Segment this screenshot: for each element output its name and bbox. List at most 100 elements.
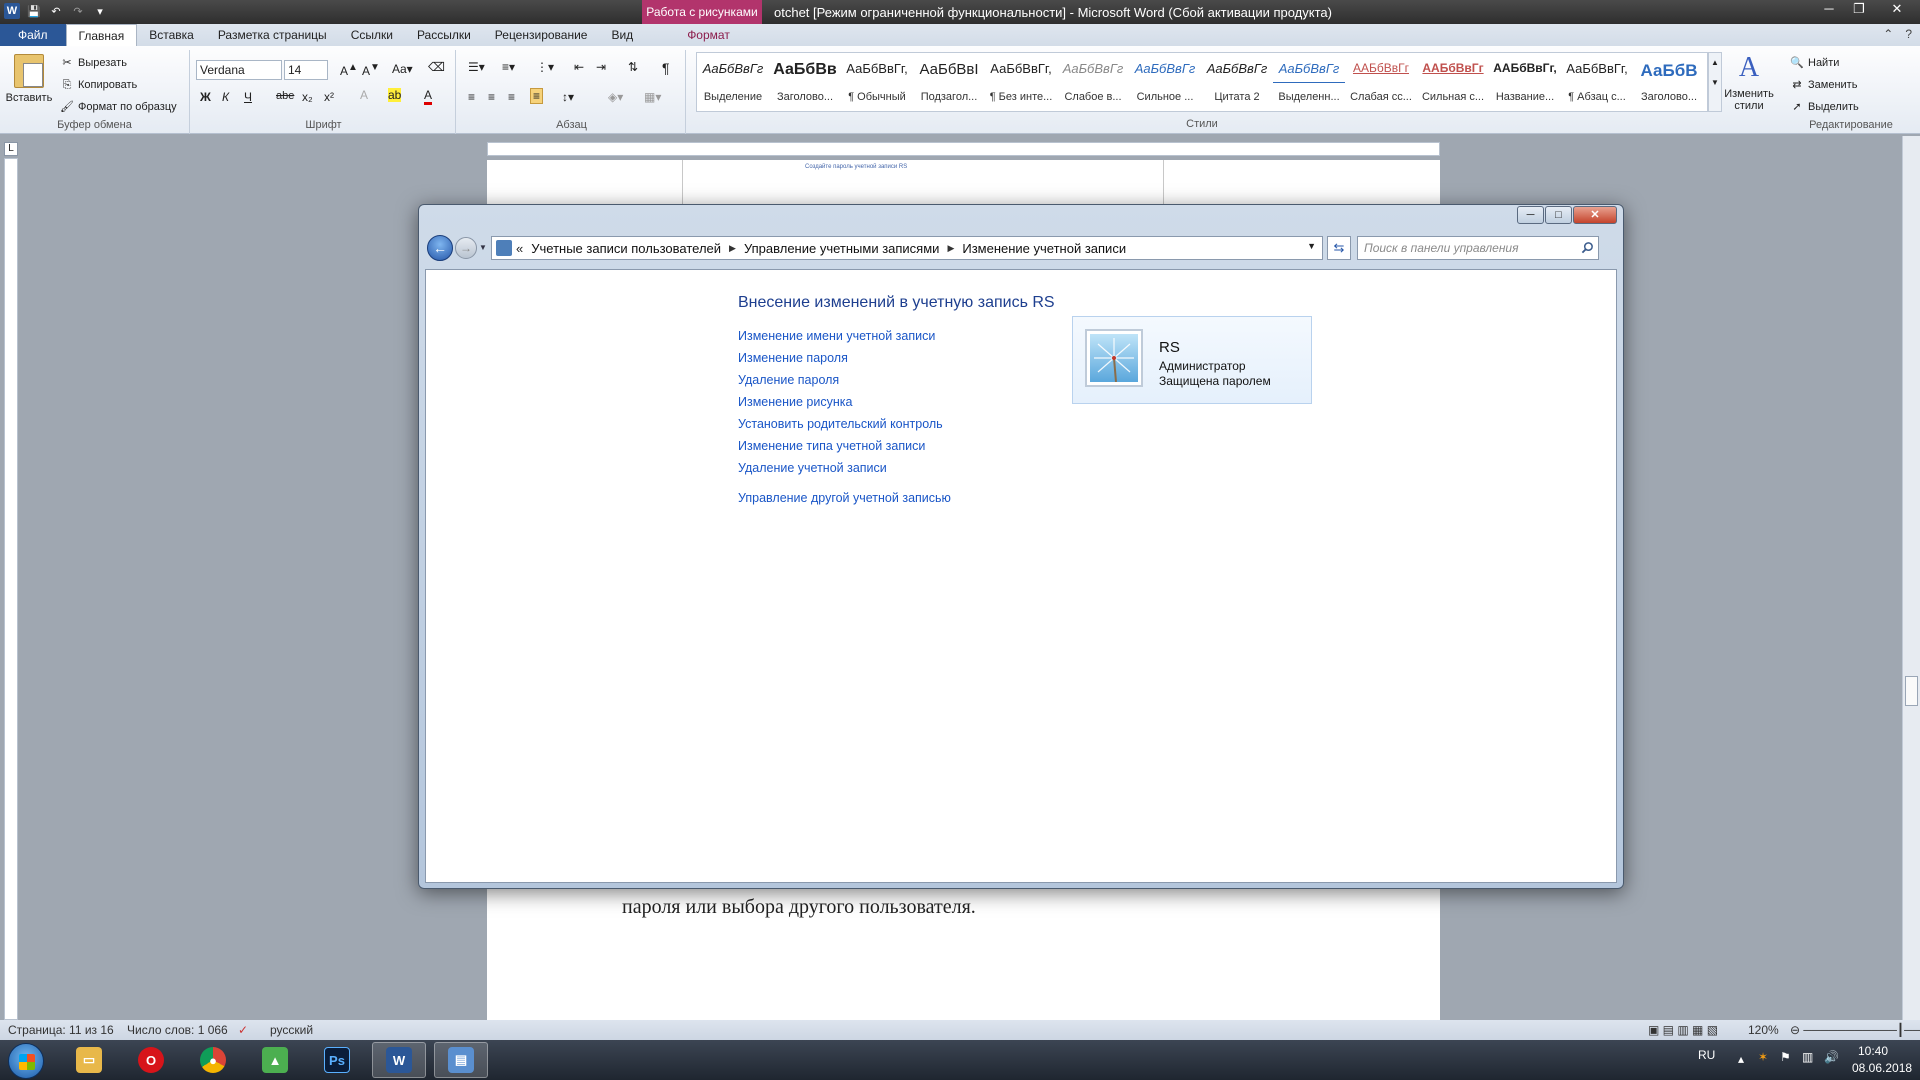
action-center-icon[interactable]: ⚑ <box>1780 1050 1791 1064</box>
minimize-button[interactable]: ─ <box>1814 0 1844 20</box>
superscript-button[interactable]: x² <box>324 90 334 104</box>
style-emphasis[interactable]: АаБбВвГг Выделение <box>697 53 769 111</box>
change-password-link[interactable]: Изменение пароля <box>738 350 951 372</box>
cut-button[interactable]: ✂ Вырезать <box>60 56 127 70</box>
customize-qat-icon[interactable]: ▾ <box>92 3 108 19</box>
align-right-icon[interactable]: ≡ <box>508 90 515 104</box>
strikethrough-button[interactable]: abe <box>276 90 294 102</box>
zoom-level[interactable]: 120% <box>1748 1023 1779 1037</box>
breadcrumb-user-accounts[interactable]: Учетные записи пользователей <box>531 241 721 256</box>
format-painter-button[interactable]: 🖌 Формат по образцу <box>60 100 177 114</box>
clock-time[interactable]: 10:40 <box>1858 1044 1888 1058</box>
start-button[interactable] <box>8 1043 44 1079</box>
grow-font-icon[interactable]: A▲ <box>340 62 358 78</box>
select-button[interactable]: ➚ Выделить <box>1790 100 1858 114</box>
volume-icon[interactable]: 🔊 <box>1824 1050 1839 1064</box>
zoom-slider[interactable]: ⊖ ───────────┃─── ⊕ <box>1790 1023 1920 1037</box>
parental-controls-link[interactable]: Установить родительский контроль <box>738 416 951 438</box>
vertical-scrollbar[interactable] <box>1902 136 1920 1020</box>
view-buttons[interactable]: ▣ ▤ ▥ ▦ ▧ <box>1648 1023 1718 1037</box>
text-effects-icon[interactable]: A <box>360 88 368 102</box>
taskbar-photoshop[interactable]: Ps <box>310 1042 364 1078</box>
refresh-button[interactable]: ⇆ <box>1327 236 1351 260</box>
clock-date[interactable]: 08.06.2018 <box>1852 1061 1912 1075</box>
forward-button[interactable]: → <box>455 237 477 259</box>
help-icon[interactable]: ? <box>1905 27 1912 41</box>
undo-icon[interactable]: ↶ <box>48 3 64 19</box>
network-icon[interactable]: ▥ <box>1802 1050 1813 1064</box>
tray-expand-icon[interactable]: ▴ <box>1738 1052 1744 1066</box>
line-spacing-icon[interactable]: ↕▾ <box>562 90 574 104</box>
word-logo-icon[interactable]: W <box>4 3 20 19</box>
taskbar-app-green[interactable]: ▲ <box>248 1042 302 1078</box>
horizontal-ruler[interactable] <box>487 142 1440 156</box>
change-case-icon[interactable]: Aa▾ <box>392 62 413 76</box>
breadcrumb-overflow[interactable]: « <box>516 241 523 256</box>
language-indicator[interactable]: русский <box>270 1023 313 1037</box>
style-subtitle[interactable]: АаБбВвI Подзагол... <box>913 53 985 111</box>
font-name-select[interactable]: Verdana <box>196 60 282 80</box>
tab-review[interactable]: Рецензирование <box>483 24 600 46</box>
justify-icon[interactable]: ≡ <box>530 88 544 104</box>
breadcrumb-separator-icon[interactable]: ▶ <box>947 243 954 254</box>
styles-gallery-scroll[interactable]: ▲ ▼ <box>1708 52 1722 112</box>
save-icon[interactable]: 💾 <box>26 3 42 19</box>
tab-references[interactable]: Ссылки <box>339 24 405 46</box>
show-marks-button[interactable]: ¶ <box>662 60 670 76</box>
vertical-ruler[interactable] <box>4 158 18 1020</box>
tab-format[interactable]: Формат <box>675 24 742 46</box>
increase-indent-icon[interactable]: ⇥ <box>596 60 606 74</box>
tab-view[interactable]: Вид <box>599 24 645 46</box>
address-bar[interactable]: « Учетные записи пользователей ▶ Управле… <box>491 236 1323 260</box>
change-styles-button[interactable]: A Изменить стили <box>1722 52 1776 112</box>
find-button[interactable]: 🔍 Найти <box>1790 56 1839 70</box>
remove-password-link[interactable]: Удаление пароля <box>738 372 951 394</box>
page-count[interactable]: Страница: 11 из 16 <box>8 1023 114 1037</box>
taskbar-opera[interactable]: O <box>124 1042 178 1078</box>
style-subtle-emphasis[interactable]: АаБбВвГг Слабое в... <box>1057 53 1129 111</box>
tray-app-icon[interactable]: ✶ <box>1758 1050 1768 1064</box>
search-input[interactable]: Поиск в панели управления <box>1357 236 1599 260</box>
sort-icon[interactable]: ⇅ <box>628 60 638 74</box>
numbering-icon[interactable]: ≡▾ <box>502 60 515 74</box>
breadcrumb-change-account[interactable]: Изменение учетной записи <box>962 241 1126 256</box>
underline-button[interactable]: Ч <box>244 90 252 104</box>
tab-insert[interactable]: Вставка <box>137 24 206 46</box>
change-account-type-link[interactable]: Изменение типа учетной записи <box>738 438 951 460</box>
tab-home[interactable]: Главная <box>65 24 138 46</box>
bullets-icon[interactable]: ☰▾ <box>468 60 485 74</box>
search-icon[interactable] <box>1581 241 1594 254</box>
change-picture-link[interactable]: Изменение рисунка <box>738 394 951 416</box>
cp-minimize-button[interactable]: ─ <box>1517 206 1544 224</box>
align-left-icon[interactable]: ≡ <box>468 90 475 104</box>
breadcrumb-manage-accounts[interactable]: Управление учетными записями <box>744 241 939 256</box>
font-size-select[interactable]: 14 <box>284 60 328 80</box>
input-language[interactable]: RU <box>1698 1048 1715 1062</box>
align-center-icon[interactable]: ≡ <box>488 90 495 104</box>
paste-button[interactable]: Вставить <box>4 54 54 104</box>
subscript-button[interactable]: x₂ <box>302 90 313 104</box>
cp-maximize-button[interactable]: □ <box>1545 206 1572 224</box>
tab-file[interactable]: Файл <box>0 24 66 46</box>
taskbar-word[interactable]: W <box>372 1042 426 1078</box>
style-heading1[interactable]: АаБбВв Заголово... <box>769 53 841 111</box>
redo-icon[interactable]: ↷ <box>70 3 86 19</box>
back-button[interactable]: ← <box>427 235 453 261</box>
shading-icon[interactable]: ◈▾ <box>608 90 623 104</box>
clear-format-icon[interactable]: ⌫ <box>428 60 445 74</box>
highlight-icon[interactable]: ab <box>388 88 402 102</box>
taskbar-explorer[interactable]: ▭ <box>62 1042 116 1078</box>
style-subtle-reference[interactable]: ААБбВвГг Слабая сс... <box>1345 53 1417 111</box>
maximize-button[interactable]: ❐ <box>1844 0 1874 20</box>
delete-account-link[interactable]: Удаление учетной записи <box>738 460 951 482</box>
style-normal[interactable]: АаБбВвГг, ¶ Обычный <box>841 53 913 111</box>
manage-other-account-link[interactable]: Управление другой учетной записью <box>738 490 951 512</box>
multilevel-list-icon[interactable]: ⋮▾ <box>536 60 554 74</box>
copy-button[interactable]: ⎘ Копировать <box>60 78 138 92</box>
scrollbar-thumb[interactable] <box>1905 676 1918 706</box>
address-dropdown-icon[interactable]: ▼ <box>1307 241 1316 251</box>
style-heading[interactable]: АаБбВ Заголово... <box>1633 53 1705 111</box>
change-account-name-link[interactable]: Изменение имени учетной записи <box>738 328 951 350</box>
borders-icon[interactable]: ▦▾ <box>644 90 661 104</box>
style-intense-emphasis[interactable]: АаБбВвГг Сильное ... <box>1129 53 1201 111</box>
